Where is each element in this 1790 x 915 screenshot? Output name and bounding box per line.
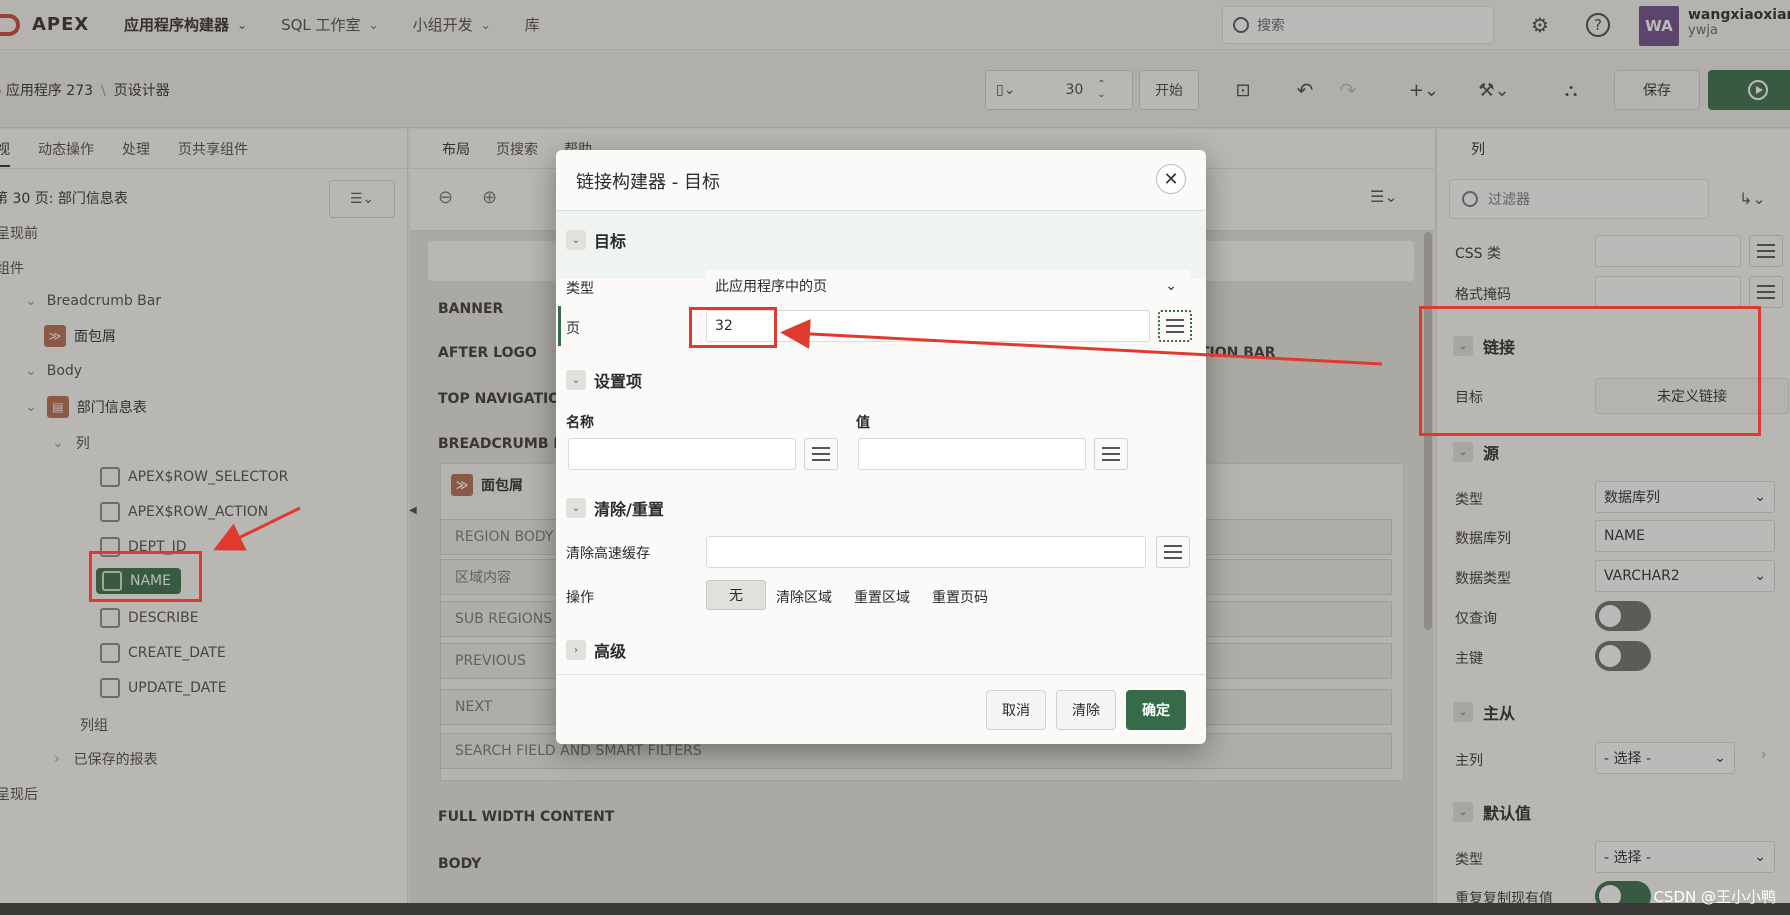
name-list-button[interactable] bbox=[804, 438, 838, 470]
link-builder-dialog: 链接构建器 - 目标 ✕ ⌄ 目标 类型 此应用程序中的页 ⌄ 页 32 ⌄ 设置项 … bbox=[556, 150, 1206, 744]
collapse-icon: ⌄ bbox=[566, 230, 586, 250]
list-icon bbox=[1102, 447, 1120, 461]
annotation-box-page-input bbox=[689, 307, 777, 348]
value-list-button[interactable] bbox=[1094, 438, 1128, 470]
section-target[interactable]: ⌄ 目标 bbox=[566, 228, 626, 252]
close-icon[interactable]: ✕ bbox=[1156, 164, 1186, 194]
type-select[interactable]: 此应用程序中的页 ⌄ bbox=[706, 270, 1190, 302]
watermark: CSDN @王小小鸭 bbox=[1653, 888, 1776, 906]
collapse-icon: ⌄ bbox=[566, 498, 586, 518]
clear-cache-input[interactable] bbox=[706, 536, 1146, 568]
dialog-title: 链接构建器 - 目标 bbox=[576, 172, 720, 193]
list-icon bbox=[1166, 319, 1184, 333]
item-name-input[interactable] bbox=[568, 438, 796, 470]
section-advanced[interactable]: › 高级 bbox=[566, 638, 626, 662]
page-label: 页 bbox=[566, 321, 580, 337]
action-clear-region[interactable]: 清除区域 bbox=[776, 587, 832, 607]
section-set-items[interactable]: ⌄ 设置项 bbox=[566, 368, 642, 392]
action-reset-region[interactable]: 重置区域 bbox=[854, 587, 910, 607]
value-label: 值 bbox=[856, 415, 870, 431]
clear-button[interactable]: 清除 bbox=[1056, 690, 1116, 730]
action-none[interactable]: 无 bbox=[706, 580, 766, 610]
annotation-box-link-target bbox=[1419, 306, 1761, 436]
taskbar bbox=[0, 903, 1790, 915]
page-list-button[interactable] bbox=[1158, 310, 1192, 342]
expand-icon: › bbox=[566, 640, 586, 660]
section-clear-reset[interactable]: ⌄ 清除/重置 bbox=[566, 496, 664, 520]
list-icon bbox=[1164, 545, 1182, 559]
chevron-down-icon: ⌄ bbox=[1165, 278, 1177, 294]
list-icon bbox=[812, 447, 830, 461]
type-label: 类型 bbox=[566, 281, 594, 297]
annotation-box-name-column bbox=[89, 551, 202, 602]
action-reset-pagination[interactable]: 重置页码 bbox=[932, 587, 988, 607]
ok-button[interactable]: 确定 bbox=[1126, 690, 1186, 730]
clear-cache-label: 清除高速缓存 bbox=[566, 546, 650, 562]
collapse-icon: ⌄ bbox=[566, 370, 586, 390]
action-label: 操作 bbox=[566, 590, 594, 606]
cancel-button[interactable]: 取消 bbox=[986, 690, 1046, 730]
name-label: 名称 bbox=[566, 415, 594, 431]
clear-cache-list-button[interactable] bbox=[1156, 536, 1190, 568]
item-value-input[interactable] bbox=[858, 438, 1086, 470]
